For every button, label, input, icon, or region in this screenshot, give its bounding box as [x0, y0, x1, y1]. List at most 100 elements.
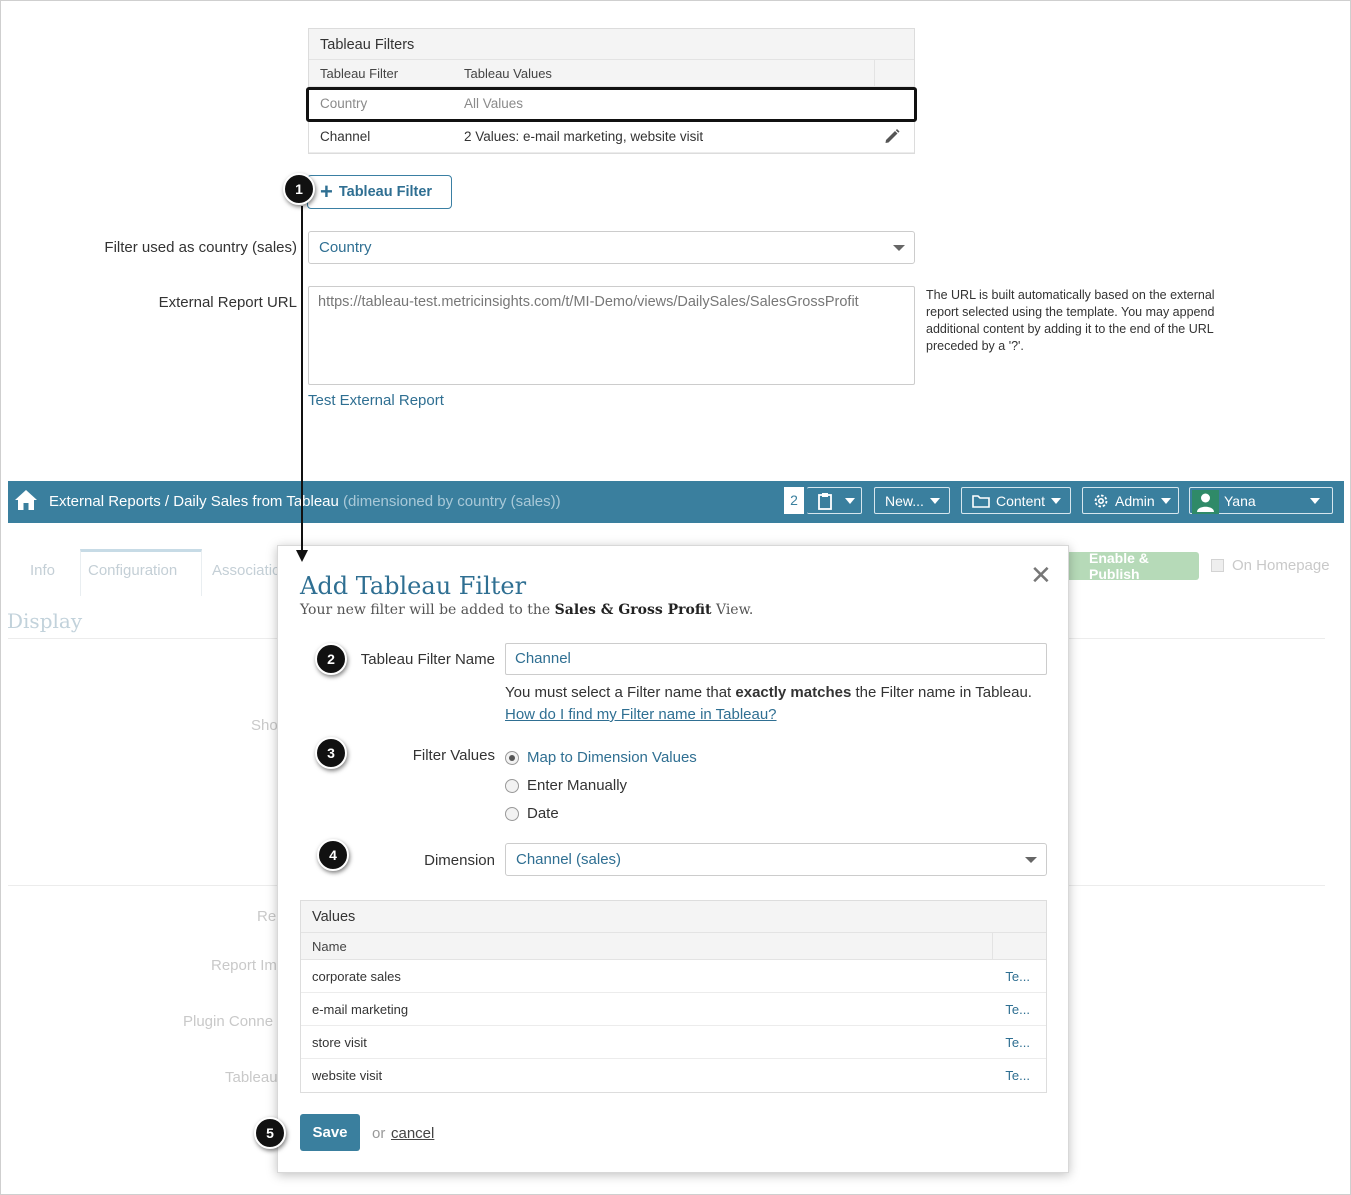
value-name: corporate sales — [312, 969, 401, 984]
on-homepage-checkbox[interactable] — [1211, 559, 1224, 572]
tableau-filters-header: Tableau Filter Tableau Values — [309, 60, 914, 87]
tab-configuration[interactable]: Configuration — [88, 562, 177, 579]
tab-info[interactable]: Info — [30, 562, 55, 579]
chevron-down-icon — [929, 497, 940, 504]
breadcrumb-dimension: (dimensioned by country (sales)) — [338, 493, 561, 510]
background-label: Tableau — [225, 1069, 278, 1086]
plus-icon: + — [320, 179, 333, 204]
callout-badge-1: 1 — [283, 173, 315, 205]
on-homepage-toggle[interactable]: On Homepage — [1211, 557, 1330, 574]
add-tableau-filter-button[interactable]: + Tableau Filter — [307, 175, 452, 209]
test-value-link[interactable]: Te... — [1005, 1035, 1030, 1050]
user-icon — [1197, 493, 1214, 512]
background-label: Sho — [251, 717, 278, 734]
test-external-report-link[interactable]: Test External Report — [308, 392, 444, 409]
avatar — [1192, 490, 1219, 514]
section-title: Display — [7, 609, 83, 633]
callout-badge-3: 3 — [315, 737, 347, 769]
help-text: the Filter name in Tableau. — [851, 684, 1032, 701]
radio-button[interactable] — [505, 806, 519, 821]
help-emphasis: exactly matches — [735, 684, 852, 701]
country-filter-select[interactable]: Country — [308, 231, 915, 264]
test-value-link[interactable]: Te... — [1005, 969, 1030, 984]
user-menu-label: Yana — [1224, 492, 1256, 509]
subtitle-text: Your new filter will be added to the — [300, 602, 555, 618]
user-menu-button[interactable]: Yana — [1189, 487, 1333, 514]
column-header-filter: Tableau Filter — [320, 66, 399, 81]
country-filter-value: Country — [319, 239, 372, 256]
filter-name-input[interactable]: Channel — [505, 643, 1047, 675]
values-table: Values Name corporate sales Te... e-mail… — [300, 900, 1047, 1093]
folder-icon — [972, 494, 990, 508]
new-menu-button[interactable]: New... — [874, 487, 950, 514]
values-table-header: Name — [301, 933, 1046, 960]
home-icon[interactable] — [14, 489, 38, 511]
radio-button[interactable] — [505, 778, 519, 793]
breadcrumb: External Reports / Daily Sales from Tabl… — [49, 493, 561, 510]
breadcrumb-page: Daily Sales from Tableau — [173, 493, 339, 510]
clipboard-menu-button[interactable] — [807, 487, 862, 514]
dialog-subtitle: Your new filter will be added to the Sal… — [300, 602, 753, 618]
enable-publish-button[interactable]: Enable & Publish — [1065, 550, 1199, 582]
external-report-url-field[interactable]: https://tableau-test.metricinsights.com/… — [308, 286, 915, 385]
radio-label: Date — [527, 805, 559, 822]
callout-badge-5: 5 — [254, 1117, 286, 1149]
notification-count[interactable]: 2 — [784, 487, 804, 514]
url-help-text: The URL is built automatically based on … — [926, 288, 1215, 353]
callout-arrow — [301, 206, 303, 552]
dialog-title: Add Tableau Filter — [300, 572, 527, 600]
tab-associations[interactable]: Associatio — [212, 562, 280, 579]
admin-menu-label: Admin — [1115, 492, 1155, 509]
save-button[interactable]: Save — [300, 1114, 360, 1151]
screenshot-frame: Tableau Filters Tableau Filter Tableau V… — [0, 0, 1351, 1195]
admin-menu-button[interactable]: Admin — [1082, 487, 1179, 514]
radio-button[interactable] — [505, 750, 519, 765]
filter-name-help: You must select a Filter name that exact… — [505, 682, 1035, 726]
chevron-down-icon — [845, 497, 855, 504]
filter-values-cell: 2 Values: e-mail marketing, website visi… — [464, 129, 704, 144]
add-tableau-filter-label: Tableau Filter — [338, 184, 433, 200]
radio-enter-manually[interactable]: Enter Manually — [505, 777, 627, 794]
country-row-highlight — [306, 87, 917, 122]
test-value-link[interactable]: Te... — [1005, 1068, 1030, 1083]
callout-badge-2: 2 — [315, 643, 347, 675]
table-row: website visit Te... — [301, 1059, 1046, 1092]
cancel-link[interactable]: cancel — [391, 1125, 434, 1142]
top-navbar: External Reports / Daily Sales from Tabl… — [8, 481, 1344, 523]
background-label: Report Im — [211, 957, 277, 974]
radio-date[interactable]: Date — [505, 805, 559, 822]
table-row: e-mail marketing Te... — [301, 993, 1046, 1026]
table-row: store visit Te... — [301, 1026, 1046, 1059]
value-name: store visit — [312, 1035, 367, 1050]
on-homepage-label: On Homepage — [1232, 557, 1330, 574]
close-icon[interactable]: ✕ — [1030, 562, 1052, 588]
background-label: Re — [257, 908, 277, 925]
callout-badge-4: 4 — [317, 839, 349, 871]
breadcrumb-separator: / — [160, 493, 174, 510]
subtitle-view-name: Sales & Gross Profit — [554, 602, 712, 618]
breadcrumb-section[interactable]: External Reports — [49, 493, 161, 510]
column-header-values: Tableau Values — [464, 66, 552, 81]
column-header-actions — [992, 933, 1046, 960]
gear-icon — [1094, 494, 1108, 507]
clipboard-icon — [818, 492, 832, 510]
values-table-title: Values — [301, 901, 1046, 933]
value-name: e-mail marketing — [312, 1002, 409, 1017]
content-menu-button[interactable]: Content — [961, 487, 1071, 514]
radio-map-to-dimension[interactable]: Map to Dimension Values — [505, 749, 697, 766]
chevron-down-icon — [1310, 498, 1320, 504]
country-filter-label: Filter used as country (sales) — [104, 239, 297, 256]
tableau-filters-title: Tableau Filters — [309, 29, 914, 60]
table-row[interactable]: Channel 2 Values: e-mail marketing, webs… — [309, 120, 914, 153]
test-value-link[interactable]: Te... — [1005, 1002, 1030, 1017]
filter-name-cell: Channel — [320, 129, 371, 144]
find-filter-name-link[interactable]: How do I find my Filter name in Tableau? — [505, 706, 777, 723]
help-text: You must select a Filter name that — [505, 684, 736, 701]
url-label: External Report URL — [158, 294, 297, 311]
chevron-down-icon — [1051, 497, 1062, 504]
add-tableau-filter-dialog: Add Tableau Filter Your new filter will … — [277, 545, 1069, 1173]
pencil-icon[interactable] — [883, 127, 901, 145]
dimension-select[interactable]: Channel (sales) — [505, 843, 1047, 876]
or-text: or — [372, 1125, 386, 1142]
column-header-actions — [874, 60, 914, 87]
